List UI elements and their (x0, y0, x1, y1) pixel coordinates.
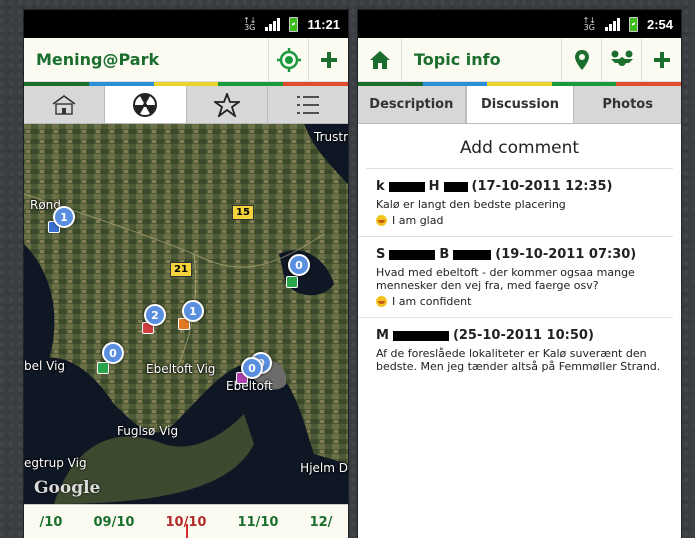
redacted-name (392, 330, 449, 341)
tab-description[interactable]: Description (358, 86, 466, 123)
comment-author-initial: k (376, 179, 385, 194)
tab-discussion[interactable]: Discussion (465, 86, 575, 123)
add-button[interactable] (308, 38, 348, 81)
date-timeline[interactable]: /10 09/10 10/10 11/10 12/ (24, 504, 348, 538)
tab-photos[interactable]: Photos (574, 86, 681, 123)
tab-home[interactable] (24, 86, 106, 123)
tab-bar (24, 86, 348, 124)
add-comment-button[interactable]: Add comment (366, 124, 673, 169)
comment-body: Kalø er langt den bedste placering (376, 198, 566, 211)
comment-item: M (25-10-2011 10:50) Af de foreslåede lo… (358, 318, 673, 382)
redacted-name (388, 181, 425, 192)
list-icon (296, 95, 319, 114)
comment-header: k H (17-10-2011 12:35) (376, 179, 661, 194)
radiation-icon (133, 92, 158, 117)
map-cluster-marker[interactable]: 0 (288, 254, 310, 276)
clock: 11:21 (307, 16, 340, 32)
map-screen: ↑↓ 3G 11:21 Mening@Park Trustr Rønd bel … (24, 10, 348, 538)
home-button[interactable] (358, 38, 402, 81)
comment-mood: I am glad (376, 214, 661, 227)
map-label-hjelm: Hjelm D (300, 461, 348, 475)
battery-charging-icon (289, 16, 299, 32)
comment-author-initial: S (376, 247, 386, 262)
comment-author-initial: M (376, 328, 389, 343)
comment-header: S B (19-10-2011 07:30) (376, 247, 661, 262)
timeline-date[interactable]: 09/10 (93, 515, 134, 530)
signal-icon (604, 17, 620, 31)
tab-bar: Description Discussion Photos (358, 86, 681, 124)
tab-list[interactable] (268, 86, 348, 123)
screen-title: Topic info (414, 50, 501, 69)
status-bar: ↑↓ 3G 11:21 (24, 10, 348, 38)
show-on-map-button[interactable] (561, 38, 601, 81)
map-cluster-marker[interactable]: 1 (53, 206, 75, 228)
timeline-date[interactable]: 11/10 (238, 515, 279, 530)
redacted-name (389, 249, 436, 260)
mood-label: I am glad (392, 214, 444, 227)
comment-timestamp: (25-10-2011 10:50) (452, 328, 594, 343)
map-label-bel-vig: bel Vig (24, 359, 66, 373)
locate-button[interactable] (268, 38, 308, 81)
google-logo: Google (34, 478, 101, 498)
plus-icon (653, 51, 670, 68)
comment-body: Af de foreslåede lokaliteter er Kalø suv… (376, 347, 661, 373)
tab-hazard[interactable] (105, 86, 187, 123)
map-label-trustrup: Trustr (314, 130, 348, 144)
tab-favorites[interactable] (187, 86, 268, 123)
timeline-date[interactable]: 12/ (310, 515, 333, 530)
add-button[interactable] (641, 38, 681, 81)
map-pin-icon (574, 49, 589, 70)
redacted-name (453, 249, 492, 260)
map-label-fuglso-vig: Fuglsø Vig (117, 424, 179, 438)
comment-timestamp: (19-10-2011 07:30) (495, 247, 637, 262)
mood-label: I am confident (392, 295, 472, 308)
star-icon (213, 92, 240, 117)
app-bar: Mening@Park (24, 38, 348, 82)
comment-item: S B (19-10-2011 07:30) Hvad med ebeltoft… (358, 237, 673, 318)
status-bar: ↑↓ 3G 2:54 (358, 10, 681, 38)
app-title: Mening@Park (36, 50, 160, 69)
road-badge-15: 15 (232, 205, 254, 220)
map-cluster-marker[interactable]: 1 (182, 300, 204, 322)
map-cluster-marker[interactable]: 0 (102, 342, 124, 364)
map-cluster-marker[interactable]: 2 (144, 304, 166, 326)
comment-body: Hvad med ebeltoft - der kommer ogsaa man… (376, 266, 635, 292)
app-bar: Topic info (358, 38, 681, 82)
share-button[interactable] (601, 38, 641, 81)
comment-header: M (25-10-2011 10:50) (376, 328, 661, 343)
network-type-icon: ↑↓ 3G (243, 16, 257, 32)
location-target-icon (276, 47, 301, 72)
map-label-ebeltoft: Ebeltoft (226, 379, 273, 393)
comment-mood: I am confident (376, 295, 661, 308)
signal-icon (265, 17, 281, 31)
map-pin[interactable] (286, 276, 298, 288)
comment-author-initial: H (428, 179, 440, 194)
timeline-date[interactable]: /10 (40, 515, 63, 530)
map-cluster-marker[interactable]: 0 (241, 357, 263, 379)
comment-timestamp: (17-10-2011 12:35) (471, 179, 613, 194)
comment-author-initial: B (439, 247, 450, 262)
home-icon (52, 94, 76, 115)
redacted-name (443, 181, 468, 192)
network-type-icon: ↑↓ 3G (582, 16, 596, 32)
map-label-ebeltoft-vig: Ebeltoft Vig (146, 362, 216, 376)
smiley-icon (376, 296, 387, 307)
plus-icon (320, 51, 337, 68)
road-badge-21: 21 (170, 262, 192, 277)
battery-charging-icon (628, 16, 638, 32)
map-pin[interactable] (97, 362, 109, 374)
home-icon (369, 50, 390, 69)
people-icon (610, 50, 633, 66)
comment-item: k H (17-10-2011 12:35) Kalø er langt den… (358, 169, 673, 237)
map-label-egtrup-vig: egtrup Vig (24, 456, 87, 470)
satellite-map[interactable]: Trustr Rønd bel Vig Ebeltoft Vig Ebeltof… (24, 124, 348, 504)
timeline-marker (186, 524, 188, 538)
topic-info-screen: ↑↓ 3G 2:54 Topic info Description Discus… (358, 10, 681, 538)
clock: 2:54 (646, 16, 673, 32)
smiley-icon (376, 215, 387, 226)
